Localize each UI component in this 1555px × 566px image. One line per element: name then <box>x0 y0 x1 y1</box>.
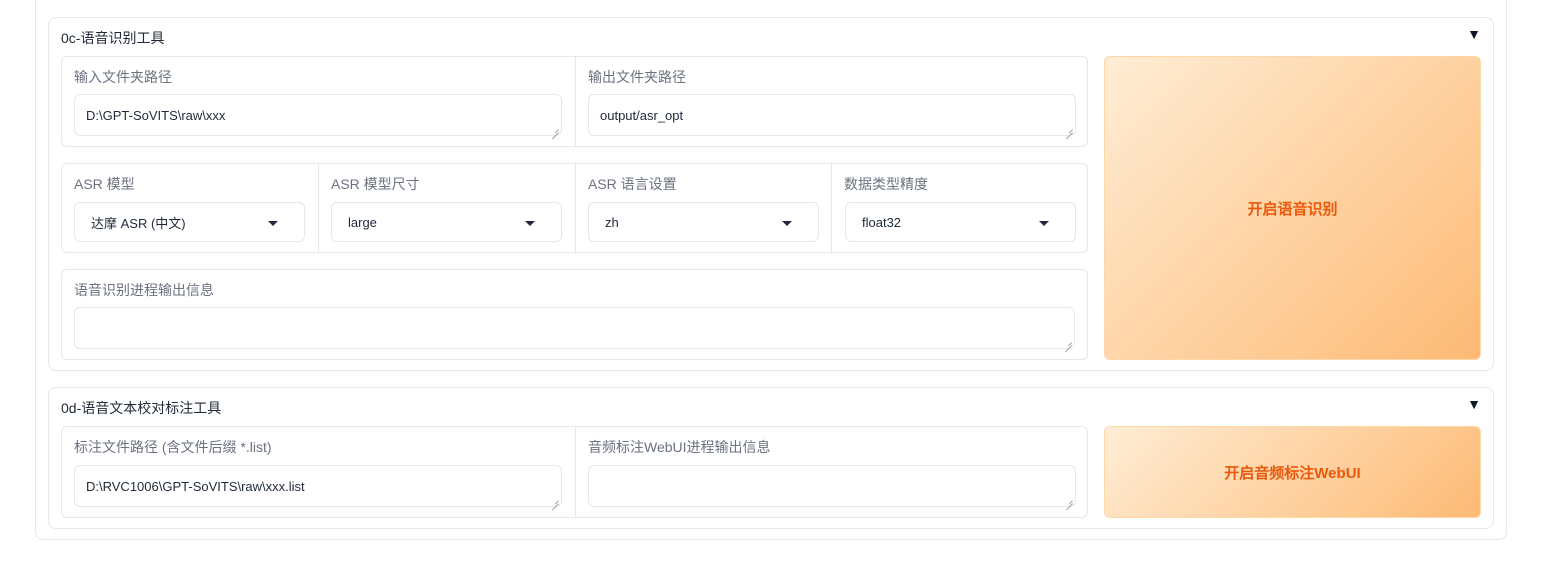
start-asr-button[interactable]: 开启语音识别 <box>1104 56 1481 360</box>
output-folder-field[interactable]: output/asr_opt <box>588 94 1076 136</box>
dtype-precision-block: 数据类型精度 float32 <box>831 164 1088 252</box>
dtype-precision-dropdown[interactable]: float32 <box>845 202 1076 242</box>
output-folder-label: 输出文件夹路径 <box>588 69 686 85</box>
asr-language-value: zh <box>605 214 619 230</box>
dtype-precision-label: 数据类型精度 <box>844 176 928 192</box>
collapse-caret-icon[interactable]: ▼ <box>1467 26 1481 42</box>
chevron-down-icon <box>1039 221 1049 226</box>
folder-paths-panel: 输入文件夹路径 D:\GPT-SoVITS\raw\xxx 输出文件夹路径 ou… <box>61 56 1088 147</box>
asr-progress-panel: 语音识别进程输出信息 <box>61 269 1088 360</box>
list-path-label: 标注文件路径 (含文件后缀 *.list) <box>74 439 272 455</box>
asr-model-dropdown[interactable]: 达摩 ASR (中文) <box>74 202 305 242</box>
input-folder-label: 输入文件夹路径 <box>74 69 172 85</box>
asr-language-dropdown[interactable]: zh <box>588 202 819 242</box>
asr-model-value: 达摩 ASR (中文) <box>91 215 186 231</box>
label-section-title[interactable]: 0d-语音文本校对标注工具 <box>61 398 221 418</box>
list-path-value: D:\RVC1006\GPT-SoVITS\raw\xxx.list <box>86 478 305 494</box>
label-fields-panel: 标注文件路径 (含文件后缀 *.list) D:\RVC1006\GPT-SoV… <box>61 426 1088 518</box>
dtype-precision-value: float32 <box>862 214 902 230</box>
asr-section-title[interactable]: 0c-语音识别工具 <box>61 28 164 48</box>
webui-output-block: 音频标注WebUI进程输出信息 <box>575 427 1088 517</box>
webui-output-field[interactable] <box>588 465 1076 507</box>
resize-handle-icon[interactable] <box>550 495 559 504</box>
input-folder-value: D:\GPT-SoVITS\raw\xxx <box>86 107 226 123</box>
asr-model-label: ASR 模型 <box>74 176 135 192</box>
asr-language-block: ASR 语言设置 zh <box>575 164 831 252</box>
resize-handle-icon[interactable] <box>1064 495 1073 504</box>
asr-model-block: ASR 模型 达摩 ASR (中文) <box>62 164 318 252</box>
collapse-caret-icon[interactable]: ▼ <box>1467 396 1481 412</box>
resize-handle-icon[interactable] <box>1064 124 1073 133</box>
input-folder-field[interactable]: D:\GPT-SoVITS\raw\xxx <box>74 94 562 136</box>
label-tool-accordion: 0d-语音文本校对标注工具 ▼ 标注文件路径 (含文件后缀 *.list) D:… <box>48 387 1494 529</box>
asr-language-label: ASR 语言设置 <box>588 176 677 192</box>
chevron-down-icon <box>525 221 535 226</box>
chevron-down-icon <box>782 221 792 226</box>
asr-model-size-value: large <box>348 214 377 230</box>
asr-progress-label: 语音识别进程输出信息 <box>74 282 214 298</box>
resize-handle-icon[interactable] <box>1063 337 1072 346</box>
list-path-block: 标注文件路径 (含文件后缀 *.list) D:\RVC1006\GPT-SoV… <box>62 427 575 517</box>
output-folder-value: output/asr_opt <box>600 107 684 123</box>
asr-model-size-dropdown[interactable]: large <box>331 202 562 242</box>
list-path-field[interactable]: D:\RVC1006\GPT-SoVITS\raw\xxx.list <box>74 465 562 507</box>
asr-model-size-label: ASR 模型尺寸 <box>331 176 420 192</box>
asr-progress-output[interactable] <box>74 307 1075 349</box>
start-label-webui-button[interactable]: 开启音频标注WebUI <box>1104 426 1481 518</box>
resize-handle-icon[interactable] <box>550 124 559 133</box>
asr-model-size-block: ASR 模型尺寸 large <box>318 164 575 252</box>
output-folder-block: 输出文件夹路径 output/asr_opt <box>575 57 1088 146</box>
input-folder-block: 输入文件夹路径 D:\GPT-SoVITS\raw\xxx <box>62 57 575 146</box>
asr-options-panel: ASR 模型 达摩 ASR (中文) ASR 模型尺寸 large ASR 语言… <box>61 163 1088 253</box>
chevron-down-icon <box>268 221 278 226</box>
webui-output-label: 音频标注WebUI进程输出信息 <box>588 439 771 455</box>
asr-tool-accordion: 0c-语音识别工具 ▼ 输入文件夹路径 D:\GPT-SoVITS\raw\xx… <box>48 17 1494 371</box>
